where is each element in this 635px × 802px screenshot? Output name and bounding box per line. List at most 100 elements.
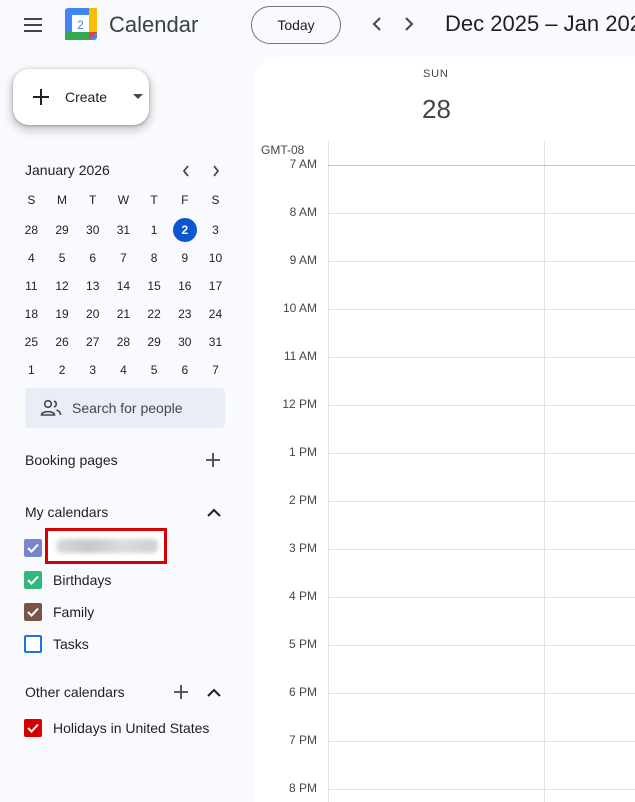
calendar-item-family[interactable]: Family (24, 600, 94, 624)
mini-next-month-button[interactable] (206, 161, 226, 181)
chevron-left-icon (372, 17, 381, 31)
mini-calendar-day[interactable]: 7 (200, 356, 231, 384)
add-other-calendar-button[interactable] (169, 680, 193, 704)
mini-calendar-day[interactable]: 3 (77, 356, 108, 384)
checkbox-checked-icon[interactable] (24, 539, 42, 557)
mini-calendar-day[interactable]: 24 (200, 300, 231, 328)
mini-calendar-day[interactable]: 1 (139, 216, 170, 244)
mini-calendar-day[interactable]: 6 (169, 356, 200, 384)
mini-calendar-day[interactable]: 25 (16, 328, 47, 356)
hour-gridline (328, 405, 635, 406)
weekday-label: T (89, 193, 97, 207)
mini-calendar-day[interactable]: 2 (169, 216, 200, 244)
calendar-item-label: Family (53, 604, 95, 620)
mini-calendar-day[interactable]: 6 (77, 244, 108, 272)
top-bar: 2 Calendar Today Dec 2025 – Jan 2026 (0, 0, 635, 52)
checkbox-checked-icon[interactable] (24, 603, 42, 621)
mini-calendar-day[interactable]: 8 (139, 244, 170, 272)
hour-gridline (328, 453, 635, 454)
mini-calendar-day[interactable]: 31 (108, 216, 139, 244)
mini-calendar-day[interactable]: 20 (77, 300, 108, 328)
calendar-item-label: Birthdays (53, 572, 112, 588)
mini-calendar-day[interactable]: 30 (77, 216, 108, 244)
mini-calendar-day[interactable]: 13 (77, 272, 108, 300)
hour-label: 2 PM (288, 493, 317, 507)
mini-calendar-day[interactable]: 5 (47, 244, 78, 272)
mini-prev-month-button[interactable] (176, 161, 196, 181)
hour-gridline (328, 645, 635, 646)
hour-label: 6 PM (288, 685, 317, 699)
caret-down-icon (133, 94, 143, 99)
mini-calendar-day[interactable]: 28 (108, 328, 139, 356)
calendar-logo-icon: 2 (65, 8, 97, 40)
mini-calendar-day[interactable]: 26 (47, 328, 78, 356)
timezone-label: GMT-08 (261, 143, 305, 157)
hour-gridline (328, 549, 635, 550)
today-marker: 2 (172, 218, 197, 242)
hour-gridline (328, 501, 635, 502)
mini-calendar-day[interactable]: 9 (169, 244, 200, 272)
mini-calendar-day[interactable]: 4 (108, 356, 139, 384)
weekday-header: S M T W T F S (16, 188, 231, 216)
collapse-other-calendars-button[interactable] (202, 680, 226, 704)
mini-calendar-day[interactable]: 2 (47, 356, 78, 384)
create-label: Create (65, 89, 108, 105)
weekday-label: T (150, 193, 158, 207)
checkbox-unchecked-icon[interactable] (24, 635, 42, 653)
mini-calendar-day[interactable]: 29 (139, 328, 170, 356)
hour-gridline (328, 213, 635, 214)
mini-calendar-day[interactable]: 12 (47, 272, 78, 300)
logo-day-number: 2 (77, 18, 84, 32)
calendar-item-birthdays[interactable]: Birthdays (24, 568, 111, 592)
mini-calendar-day[interactable]: 10 (200, 244, 231, 272)
time-gutter-divider (328, 141, 329, 802)
mini-calendar-grid: S M T W T F S 28 29 30 31 1 2 3 4 5 6 7 8 9 10 11 12 13 1… (16, 188, 231, 384)
checkbox-checked-icon[interactable] (24, 719, 42, 737)
mini-calendar-day[interactable]: 14 (108, 272, 139, 300)
create-button[interactable]: Create (13, 69, 149, 125)
calendar-item-tasks[interactable]: Tasks (24, 632, 89, 656)
mini-calendar-day[interactable]: 19 (47, 300, 78, 328)
mini-calendar-day[interactable]: 17 (200, 272, 231, 300)
checkbox-checked-icon[interactable] (24, 571, 42, 589)
main-menu-icon[interactable] (13, 9, 53, 41)
hour-gridline (328, 693, 635, 694)
mini-calendar-day[interactable]: 22 (139, 300, 170, 328)
calendar-item-holidays[interactable]: Holidays in United States (24, 716, 209, 740)
plus-icon (206, 453, 220, 467)
previous-period-button[interactable] (363, 10, 391, 38)
chevron-right-icon (213, 165, 220, 177)
mini-calendar-day[interactable]: 28 (16, 216, 47, 244)
mini-calendar-week: 11 12 13 14 15 16 17 (16, 272, 231, 300)
mini-calendar-day[interactable]: 30 (169, 328, 200, 356)
search-people-input[interactable]: Search for people (25, 388, 225, 428)
mini-calendar-day[interactable]: 31 (200, 328, 231, 356)
collapse-my-calendars-button[interactable] (202, 500, 226, 524)
day-column-date[interactable]: 28 (422, 94, 451, 125)
add-booking-page-button[interactable] (201, 448, 225, 472)
mini-calendar-day[interactable]: 21 (108, 300, 139, 328)
next-period-button[interactable] (395, 10, 423, 38)
today-button[interactable]: Today (251, 6, 341, 44)
mini-calendar-day[interactable]: 1 (16, 356, 47, 384)
chevron-up-icon (207, 508, 221, 517)
mini-calendar-day[interactable]: 4 (16, 244, 47, 272)
mini-calendar-day[interactable]: 18 (16, 300, 47, 328)
mini-calendar-day[interactable]: 7 (108, 244, 139, 272)
day-column-weekday: SUN (423, 68, 449, 80)
hour-gridline (328, 357, 635, 358)
calendar-item-label: Holidays in United States (53, 720, 210, 736)
mini-calendar-day[interactable]: 16 (169, 272, 200, 300)
hour-label: 5 PM (288, 637, 317, 651)
hour-gridline (328, 741, 635, 742)
mini-calendar-week: 28 29 30 31 1 2 3 (16, 216, 231, 244)
hour-label: 11 AM (283, 349, 317, 363)
mini-calendar-day[interactable]: 3 (200, 216, 231, 244)
mini-calendar-day[interactable]: 27 (77, 328, 108, 356)
mini-calendar-day[interactable]: 11 (16, 272, 47, 300)
mini-calendar-day[interactable]: 29 (47, 216, 78, 244)
hour-label: 9 AM (289, 253, 317, 267)
mini-calendar-day[interactable]: 5 (139, 356, 170, 384)
mini-calendar-day[interactable]: 23 (169, 300, 200, 328)
mini-calendar-day[interactable]: 15 (139, 272, 170, 300)
